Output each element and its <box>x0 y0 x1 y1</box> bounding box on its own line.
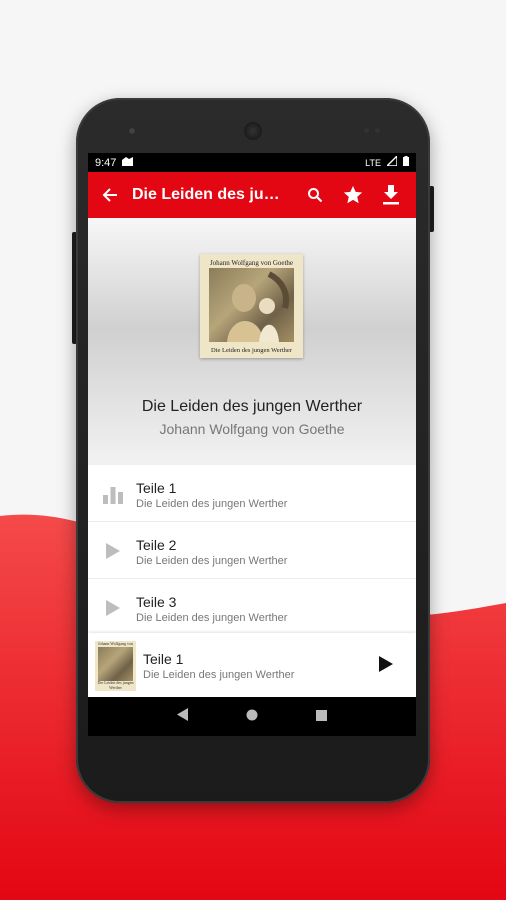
chapter-item-2[interactable]: Teile 2 Die Leiden des jungen Werther <box>88 522 416 579</box>
notification-icon <box>122 156 134 169</box>
download-icon <box>383 185 399 205</box>
chapter-subtitle: Die Leiden des jungen Werther <box>136 498 288 510</box>
chapter-title: Teile 1 <box>136 480 177 496</box>
nav-back-button[interactable] <box>176 707 189 726</box>
status-bar: 9:47 LTE <box>88 153 416 172</box>
triangle-back-icon <box>176 707 188 721</box>
player-subtitle: Die Leiden des jungen Werther <box>143 669 295 681</box>
square-recents-icon <box>316 709 328 721</box>
play-icon[interactable] <box>100 539 126 563</box>
page-title: Die Leiden des jungen Werther <box>132 186 284 203</box>
network-label: LTE <box>365 157 381 168</box>
battery-icon <box>403 156 409 169</box>
cover-artwork <box>209 268 294 342</box>
front-camera <box>128 127 136 135</box>
play-icon <box>379 656 393 672</box>
chapter-item-3[interactable]: Teile 3 Die Leiden des jungen Werther <box>88 579 416 636</box>
book-title: Die Leiden des jungen Werther <box>141 398 363 415</box>
light-sensor <box>375 128 380 133</box>
player-title: Teile 1 <box>143 651 184 667</box>
proximity-sensor <box>364 128 369 133</box>
app-bar: Die Leiden des jungen Werther <box>88 172 416 218</box>
play-icon[interactable] <box>100 596 126 620</box>
chapter-list: Teile 1 Die Leiden des jungen Werther Te… <box>88 465 416 636</box>
download-button[interactable] <box>372 185 410 205</box>
cover-author: Johann Wolfgang von Goethe <box>209 259 294 267</box>
cover-title: Die Leiden des jungen Werther <box>211 347 292 354</box>
mini-player[interactable]: Johann Wolfgang von Goethe Die Leiden de… <box>88 633 416 697</box>
chapter-title: Teile 2 <box>136 537 177 553</box>
back-button[interactable] <box>88 187 132 203</box>
arrow-left-icon <box>102 188 117 202</box>
favorite-button[interactable] <box>334 184 372 206</box>
search-button[interactable] <box>296 187 334 203</box>
nav-home-button[interactable] <box>246 708 258 726</box>
chapter-subtitle: Die Leiden des jungen Werther <box>136 555 288 567</box>
star-icon <box>343 185 363 204</box>
chapter-item-1[interactable]: Teile 1 Die Leiden des jungen Werther <box>88 465 416 522</box>
player-thumbnail: Johann Wolfgang von Goethe Die Leiden de… <box>95 641 136 691</box>
player-play-button[interactable] <box>378 655 394 678</box>
search-icon <box>308 188 323 203</box>
chapter-subtitle: Die Leiden des jungen Werther <box>136 612 288 624</box>
circle-home-icon <box>246 709 258 720</box>
phone-screen: 9:47 LTE Die Leiden des jungen Werther <box>88 153 416 736</box>
thumb-artwork <box>98 647 133 681</box>
chapter-title: Teile 3 <box>136 594 177 610</box>
book-author: Johann Wolfgang von Goethe <box>159 421 345 437</box>
equalizer-icon <box>100 482 126 506</box>
signal-icon <box>385 154 398 169</box>
thumb-title: Die Leiden des jungen Werther <box>97 680 134 690</box>
status-time: 9:47 <box>95 156 117 169</box>
book-header: Johann Wolfgang von Goethe Die Leiden de… <box>88 218 416 465</box>
nav-recents-button[interactable] <box>316 708 328 726</box>
system-nav-bar <box>88 697 416 736</box>
earpiece-speaker <box>244 122 262 140</box>
book-cover: Johann Wolfgang von Goethe Die Leiden de… <box>200 254 303 358</box>
